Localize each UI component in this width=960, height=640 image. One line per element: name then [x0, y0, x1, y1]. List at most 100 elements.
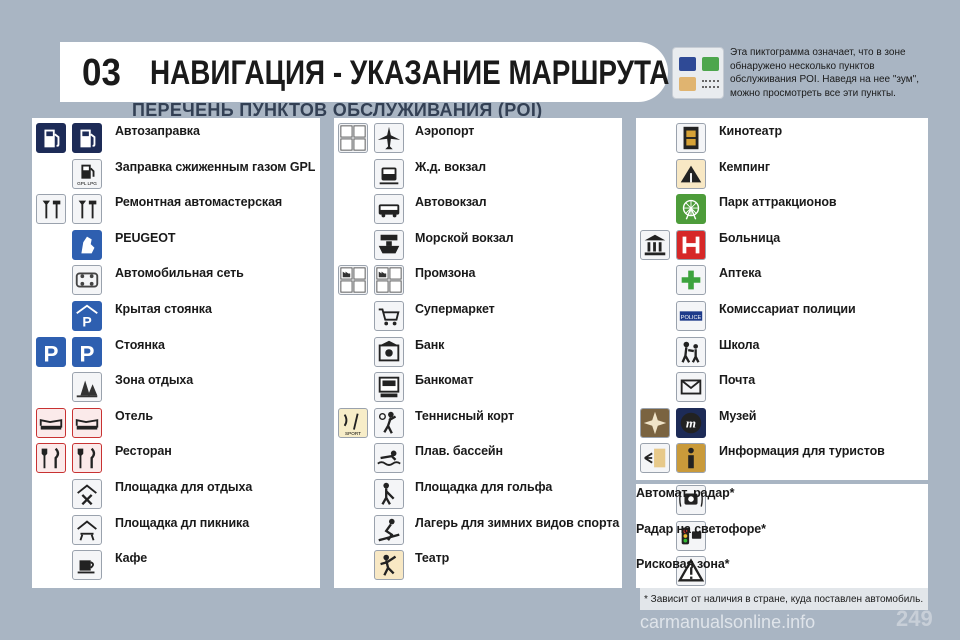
- rest-area-icon: [72, 372, 102, 403]
- svg-text:P: P: [80, 341, 95, 366]
- ski-icon: [374, 514, 404, 545]
- poi-column-2: Аэропорт Ж.д. вокзал Автовокзал Морской вок…: [334, 118, 622, 588]
- poi-label: Отель: [115, 408, 153, 423]
- poi-row: POLICE Комиссариат полиции: [636, 300, 928, 336]
- poi-row: Автозаправка: [32, 122, 320, 158]
- poi-label: Автомобильная сеть: [115, 266, 244, 281]
- poi-label: Банк: [415, 337, 445, 352]
- poi-row: Кафе: [32, 549, 320, 585]
- poi-row: Лагерь для зимних видов спорта: [334, 514, 622, 550]
- shopping-cart-icon: [374, 301, 404, 331]
- pharmacy-cross-icon: [676, 265, 706, 296]
- poi-label: Рисковая зона*: [636, 557, 730, 572]
- poi-label: Театр: [415, 551, 450, 566]
- poi-column-3: Кинотеатр Кемпинг Парк аттракционов Больниц…: [636, 118, 928, 480]
- fuel-station-icon: [36, 123, 66, 153]
- train-station-icon: [374, 158, 404, 189]
- fuel-station-icon: [72, 123, 102, 153]
- poi-row: Парк аттракционов: [636, 193, 928, 229]
- car-network-icon: [72, 265, 102, 296]
- svg-text:P: P: [82, 313, 91, 329]
- covered-parking-icon: P: [72, 301, 102, 331]
- poi-label: Почта: [719, 373, 756, 388]
- ferry-terminal-icon: [374, 229, 404, 260]
- poi-row: Кинотеатр: [636, 122, 928, 158]
- poi-label: Плав. бассейн: [415, 444, 503, 459]
- poi-row: Супермаркет: [334, 300, 622, 336]
- peugeot-lion-icon: [72, 229, 102, 260]
- multiple-poi-icon: [672, 47, 724, 99]
- poi-row: PEUGEOT: [32, 229, 320, 265]
- tourist-info-icon: [676, 443, 706, 474]
- poi-row: Плав. бассейн: [334, 442, 622, 478]
- poi-label: Больница: [719, 230, 781, 245]
- poi-label: Площадка дл пикника: [115, 515, 250, 530]
- poi-row: Школа: [636, 336, 928, 372]
- theatre-icon: [374, 550, 404, 581]
- museum-compass-icon: [640, 407, 670, 438]
- poi-label: Промзона: [415, 266, 476, 281]
- cafe-cup-icon: [72, 550, 102, 581]
- poi-label: Стоянка: [115, 337, 165, 352]
- poi-label: Школа: [719, 337, 760, 352]
- amusement-park-icon: [676, 194, 706, 225]
- svg-text:P: P: [44, 341, 59, 366]
- poi-label: Автозаправка: [115, 124, 200, 138]
- svg-text:GPL LPG: GPL LPG: [77, 181, 97, 186]
- poi-label: Комиссариат полиции: [719, 302, 856, 316]
- poi-row: Ж.д. вокзал: [334, 158, 622, 194]
- poi-column-1: Автозаправка GPL LPG Заправка сжиженным га…: [32, 118, 320, 588]
- poi-row: Автомобильная сеть: [32, 264, 320, 300]
- poi-label: Радар на светофоре*: [636, 521, 766, 536]
- poi-row: Почта: [636, 371, 928, 407]
- camping-icon: [676, 158, 706, 189]
- poi-label: Теннисный корт: [415, 408, 515, 423]
- poi-row: Банкомат: [334, 371, 622, 407]
- poi-row: Промзона: [334, 264, 622, 300]
- poi-label: Ремонтная автомастерская: [115, 195, 283, 210]
- svg-text:m: m: [686, 415, 696, 430]
- poi-label: Автомат. радар*: [636, 486, 735, 500]
- poi-label: Парк аттракционов: [719, 195, 837, 210]
- picnic-icon: [72, 514, 102, 545]
- poi-row: Театр: [334, 549, 622, 585]
- poi-row: Площадка для гольфа: [334, 478, 622, 514]
- poi-label: Морской вокзал: [415, 230, 514, 245]
- watermark: carmanualsonline.info: [640, 612, 816, 632]
- industrial-zone-icon: [338, 265, 368, 296]
- svg-text:POLICE: POLICE: [681, 315, 702, 321]
- airport-multi-icon: [338, 123, 368, 153]
- poi-label: Кинотеатр: [719, 124, 783, 138]
- repair-tools-icon: [36, 194, 66, 225]
- restaurant-icon: [72, 443, 102, 474]
- post-envelope-icon: [676, 372, 706, 403]
- tennis-icon: [374, 407, 404, 438]
- museum-m-icon: m: [676, 407, 706, 438]
- repair-tools-icon: [72, 194, 102, 225]
- svg-text:SPORT: SPORT: [345, 431, 361, 436]
- school-children-icon: [676, 336, 706, 367]
- poi-label: Площадка для гольфа: [415, 480, 553, 494]
- multiple-poi-note: Эта пиктограмма означает, что в зоне обн…: [730, 47, 919, 99]
- bank-icon: [374, 336, 404, 367]
- hotel-bed-icon: [72, 407, 102, 438]
- poi-label: PEUGEOT: [115, 230, 176, 245]
- tourist-multi-icon: [640, 443, 670, 474]
- poi-label: Заправка сжиженным газом GPL: [115, 159, 316, 174]
- poi-row: P Крытая стоянка: [32, 300, 320, 336]
- page-number: 249: [896, 606, 933, 631]
- poi-row: m Музей: [636, 407, 928, 443]
- poi-label: Информация для туристов: [719, 444, 885, 459]
- page-title: НАВИГАЦИЯ - УКАЗАНИЕ МАРШРУТА: [150, 54, 670, 92]
- swimming-pool-icon: [374, 443, 404, 474]
- poi-row: Банк: [334, 336, 622, 372]
- poi-label: Зона отдыха: [115, 373, 194, 388]
- poi-row: SPORT Теннисный корт: [334, 407, 622, 443]
- poi-row: Автомат. радар*: [636, 484, 928, 520]
- poi-label: Супермаркет: [415, 302, 495, 316]
- poi-row: Информация для туристов: [636, 442, 928, 478]
- poi-row: GPL LPG Заправка сжиженным газом GPL: [32, 158, 320, 194]
- restaurant-icon: [36, 443, 66, 474]
- sport-multi-icon: SPORT: [338, 407, 368, 438]
- poi-label: Кафе: [115, 551, 148, 566]
